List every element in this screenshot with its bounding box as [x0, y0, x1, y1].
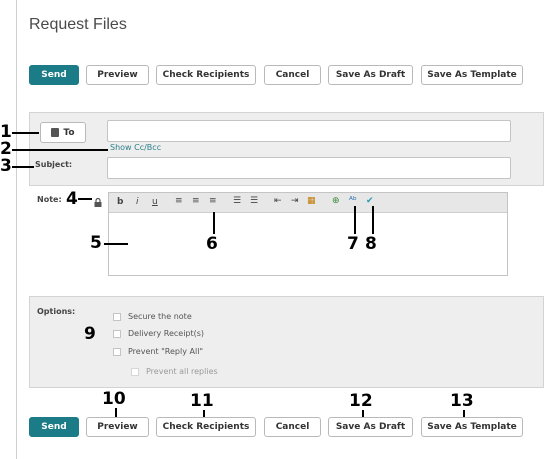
bold-button[interactable]: b	[117, 197, 123, 207]
delivery-receipt-checkbox[interactable]	[113, 330, 121, 338]
options-label: Options:	[37, 307, 76, 316]
align-center-icon[interactable]: ≡	[192, 196, 200, 206]
check-recipients-button[interactable]: Check Recipients	[156, 65, 256, 85]
align-left-icon[interactable]: ≡	[175, 196, 183, 206]
align-right-icon[interactable]: ≡	[209, 196, 217, 206]
callout-4: 4	[66, 189, 78, 209]
callout-8-line	[372, 206, 374, 234]
bullet-list-icon[interactable]: ☰	[233, 196, 241, 206]
callout-1-line	[12, 132, 39, 134]
callout-13-line	[463, 410, 465, 417]
to-input[interactable]	[107, 120, 511, 142]
cancel-button[interactable]: Cancel	[264, 65, 321, 85]
save-as-draft-button-bottom[interactable]: Save As Draft	[328, 417, 413, 437]
callout-12: 12	[349, 391, 373, 411]
check-recipients-button-bottom[interactable]: Check Recipients	[156, 417, 256, 437]
callout-10-line	[115, 408, 117, 417]
callout-6-line	[213, 212, 215, 234]
remove-format-icon[interactable]: ✔	[366, 196, 374, 206]
italic-button[interactable]: i	[136, 197, 139, 207]
prevent-all-replies-label: Prevent all replies	[146, 367, 218, 376]
to-button-label: To	[63, 127, 75, 138]
callout-12-line	[362, 410, 364, 417]
send-button-bottom[interactable]: Send	[29, 417, 79, 437]
text-color-icon[interactable]: ▦	[307, 196, 316, 206]
preview-button[interactable]: Preview	[86, 65, 149, 85]
outdent-icon[interactable]: ⇤	[274, 196, 282, 206]
secure-note-label: Secure the note	[128, 312, 192, 321]
callout-13: 13	[450, 391, 474, 411]
callout-4-line	[78, 198, 92, 200]
callout-5-line	[104, 243, 128, 245]
spell-check-icon[interactable]: ᴬᵇ	[349, 196, 357, 206]
lock-icon[interactable]	[94, 194, 102, 207]
indent-icon[interactable]: ⇥	[291, 196, 299, 206]
callout-11-line	[203, 410, 205, 417]
note-label: Note:	[37, 195, 62, 204]
send-button[interactable]: Send	[29, 65, 79, 85]
save-as-template-button-bottom[interactable]: Save As Template	[421, 417, 523, 437]
prevent-reply-all-checkbox[interactable]	[113, 348, 121, 356]
numbered-list-icon[interactable]: ☰	[250, 196, 258, 206]
subject-input[interactable]	[107, 157, 511, 179]
delivery-receipt-label: Delivery Receipt(s)	[128, 329, 205, 338]
address-book-icon	[51, 128, 60, 137]
preview-button-bottom[interactable]: Preview	[86, 417, 149, 437]
secure-note-checkbox[interactable]	[113, 313, 121, 321]
callout-3-line	[12, 166, 34, 168]
prevent-all-replies-checkbox[interactable]	[131, 368, 139, 376]
show-cc-bcc-link[interactable]: Show Cc/Bcc	[110, 143, 161, 152]
save-as-template-button[interactable]: Save As Template	[421, 65, 523, 85]
cancel-button-bottom[interactable]: Cancel	[264, 417, 321, 437]
callout-9: 9	[84, 324, 96, 344]
callout-5: 5	[90, 233, 102, 253]
callout-11: 11	[190, 391, 214, 411]
underline-button[interactable]: u	[152, 197, 158, 207]
subject-label: Subject:	[35, 160, 73, 169]
callout-2-line	[12, 149, 108, 151]
page-title: Request Files	[29, 16, 127, 33]
to-button[interactable]: To	[40, 122, 86, 143]
callout-6: 6	[206, 234, 218, 254]
save-as-draft-button[interactable]: Save As Draft	[328, 65, 413, 85]
callout-8: 8	[365, 234, 377, 254]
callout-10: 10	[102, 389, 126, 409]
callout-7-line	[354, 206, 356, 234]
prevent-reply-all-label: Prevent "Reply All"	[128, 347, 204, 356]
callout-3: 3	[0, 156, 12, 176]
options-panel	[29, 296, 544, 388]
insert-link-icon[interactable]: ⊕	[332, 196, 340, 206]
callout-7: 7	[347, 234, 359, 254]
